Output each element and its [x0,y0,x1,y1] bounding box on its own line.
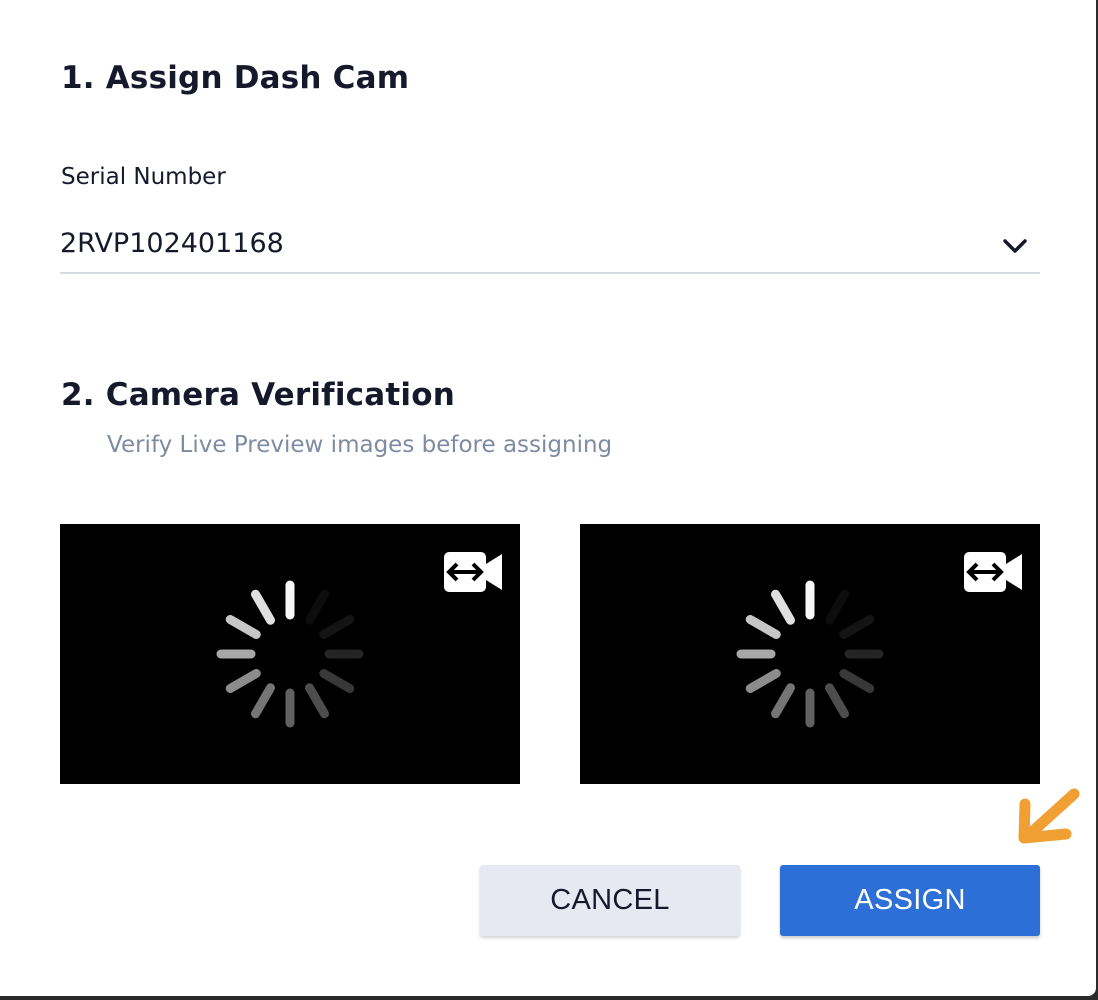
switch-camera-icon[interactable] [442,550,504,594]
assign-button[interactable]: ASSIGN [780,865,1040,936]
section-title-assign-dash-cam: 1. Assign Dash Cam [61,60,410,96]
serial-number-label: Serial Number [61,164,226,190]
serial-number-select[interactable]: 2RVP102401168 [60,218,1040,274]
live-preview-1 [60,524,520,784]
cancel-button[interactable]: CANCEL [480,865,740,936]
switch-camera-icon[interactable] [962,550,1024,594]
loading-spinner-icon [736,580,884,728]
live-preview-2 [580,524,1040,784]
chevron-down-icon[interactable] [1000,234,1030,258]
loading-spinner-icon [216,580,364,728]
pointer-arrow-icon [1018,788,1080,844]
serial-number-value: 2RVP102401168 [60,228,284,259]
camera-verification-subtitle: Verify Live Preview images before assign… [107,432,613,458]
section-title-camera-verification: 2. Camera Verification [61,377,455,413]
assign-dash-cam-dialog: 1. Assign Dash Cam Serial Number 2RVP102… [0,0,1096,996]
